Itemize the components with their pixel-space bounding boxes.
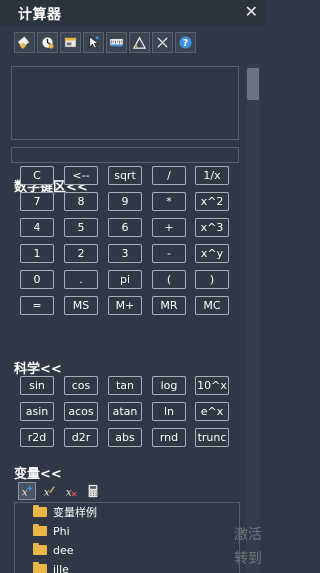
- key-sym0[interactable]: =: [20, 296, 54, 315]
- eraser-icon[interactable]: [14, 32, 35, 53]
- key-sym3[interactable]: /: [152, 166, 186, 185]
- help-icon[interactable]: ?: [175, 32, 196, 53]
- variable-item[interactable]: 变量样例: [33, 503, 97, 521]
- key-atan[interactable]: atan: [108, 402, 142, 421]
- activation-watermark-line2: 转到: [234, 551, 262, 567]
- title-bar: 计算器 ✕: [0, 0, 266, 26]
- edit-variable-icon[interactable]: x: [40, 482, 58, 500]
- key-sym1[interactable]: <--: [64, 166, 98, 185]
- key-7[interactable]: 7: [20, 192, 54, 211]
- key-3[interactable]: 3: [108, 244, 142, 263]
- variable-item[interactable]: Phi: [33, 522, 70, 540]
- variable-item[interactable]: ille: [33, 560, 69, 573]
- svg-text:x: x: [66, 486, 72, 498]
- folder-icon: [33, 543, 47, 555]
- key-sym1[interactable]: .: [64, 270, 98, 289]
- key-sqrt[interactable]: sqrt: [108, 166, 142, 185]
- key-sym4[interactable]: ): [195, 270, 229, 289]
- key-x3[interactable]: x^3: [195, 218, 229, 237]
- key-ex[interactable]: e^x: [195, 402, 229, 421]
- variables-section-title[interactable]: 变量<<: [14, 463, 62, 482]
- key-tan[interactable]: tan: [108, 376, 142, 395]
- svg-text:?: ?: [183, 38, 188, 49]
- key-MS[interactable]: MS: [64, 296, 98, 315]
- key-asin[interactable]: asin: [20, 402, 54, 421]
- result-display: [11, 66, 239, 140]
- key-C[interactable]: C: [20, 166, 54, 185]
- key-M[interactable]: M+: [108, 296, 142, 315]
- variable-name: ille: [53, 562, 69, 573]
- scrollbar-thumb[interactable]: [247, 68, 259, 100]
- delete-variable-icon[interactable]: x: [62, 482, 80, 500]
- key-acos[interactable]: acos: [64, 402, 98, 421]
- key-5[interactable]: 5: [64, 218, 98, 237]
- key-sym3[interactable]: +: [152, 218, 186, 237]
- key-rnd[interactable]: rnd: [152, 428, 186, 447]
- key-cos[interactable]: cos: [64, 376, 98, 395]
- key-sym3[interactable]: -: [152, 244, 186, 263]
- science-section-title[interactable]: 科学<<: [14, 358, 62, 377]
- vertical-scrollbar[interactable]: [246, 64, 260, 573]
- key-MC[interactable]: MC: [195, 296, 229, 315]
- folder-icon: [33, 505, 47, 517]
- key-x2[interactable]: x^2: [195, 192, 229, 211]
- key-sin[interactable]: sin: [20, 376, 54, 395]
- key-8[interactable]: 8: [64, 192, 98, 211]
- calculator-icon[interactable]: [84, 482, 102, 500]
- clear-x-icon[interactable]: [152, 32, 173, 53]
- key-2[interactable]: 2: [64, 244, 98, 263]
- folder-icon: [33, 524, 47, 536]
- expression-input[interactable]: [11, 147, 239, 163]
- activation-watermark-line1: 激活: [234, 527, 262, 543]
- key-abs[interactable]: abs: [108, 428, 142, 447]
- toolbar: ?: [14, 32, 196, 54]
- variable-name: 变量样例: [53, 506, 97, 519]
- key-MR[interactable]: MR: [152, 296, 186, 315]
- variable-list: 变量样例 Phi dee ille: [14, 502, 240, 573]
- key-0[interactable]: 0: [20, 270, 54, 289]
- key-r2d[interactable]: r2d: [20, 428, 54, 447]
- measure-icon[interactable]: [106, 32, 127, 53]
- key-xy[interactable]: x^y: [195, 244, 229, 263]
- key-log[interactable]: log: [152, 376, 186, 395]
- key-pi[interactable]: pi: [108, 270, 142, 289]
- variable-item[interactable]: dee: [33, 541, 74, 559]
- key-ln[interactable]: ln: [152, 402, 186, 421]
- folder-icon: [33, 562, 47, 573]
- history-clock-icon[interactable]: [37, 32, 58, 53]
- variable-name: Phi: [53, 524, 70, 538]
- key-trunc[interactable]: trunc: [195, 428, 229, 447]
- key-10x[interactable]: 10^x: [195, 376, 229, 395]
- key-1[interactable]: 1: [20, 244, 54, 263]
- close-icon[interactable]: ✕: [245, 2, 258, 21]
- key-sym3[interactable]: (: [152, 270, 186, 289]
- key-1x[interactable]: 1/x: [195, 166, 229, 185]
- window-icon[interactable]: [60, 32, 81, 53]
- key-4[interactable]: 4: [20, 218, 54, 237]
- key-6[interactable]: 6: [108, 218, 142, 237]
- variable-toolbar: x x x: [18, 482, 102, 500]
- key-9[interactable]: 9: [108, 192, 142, 211]
- window-title: 计算器: [18, 7, 62, 23]
- svg-text:x: x: [44, 486, 50, 498]
- add-variable-icon[interactable]: x: [18, 482, 36, 500]
- key-sym3[interactable]: *: [152, 192, 186, 211]
- svg-text:x: x: [22, 486, 28, 498]
- variable-name: dee: [53, 543, 74, 557]
- pointer-select-icon[interactable]: [83, 32, 104, 53]
- angle-icon[interactable]: [129, 32, 150, 53]
- key-d2r[interactable]: d2r: [64, 428, 98, 447]
